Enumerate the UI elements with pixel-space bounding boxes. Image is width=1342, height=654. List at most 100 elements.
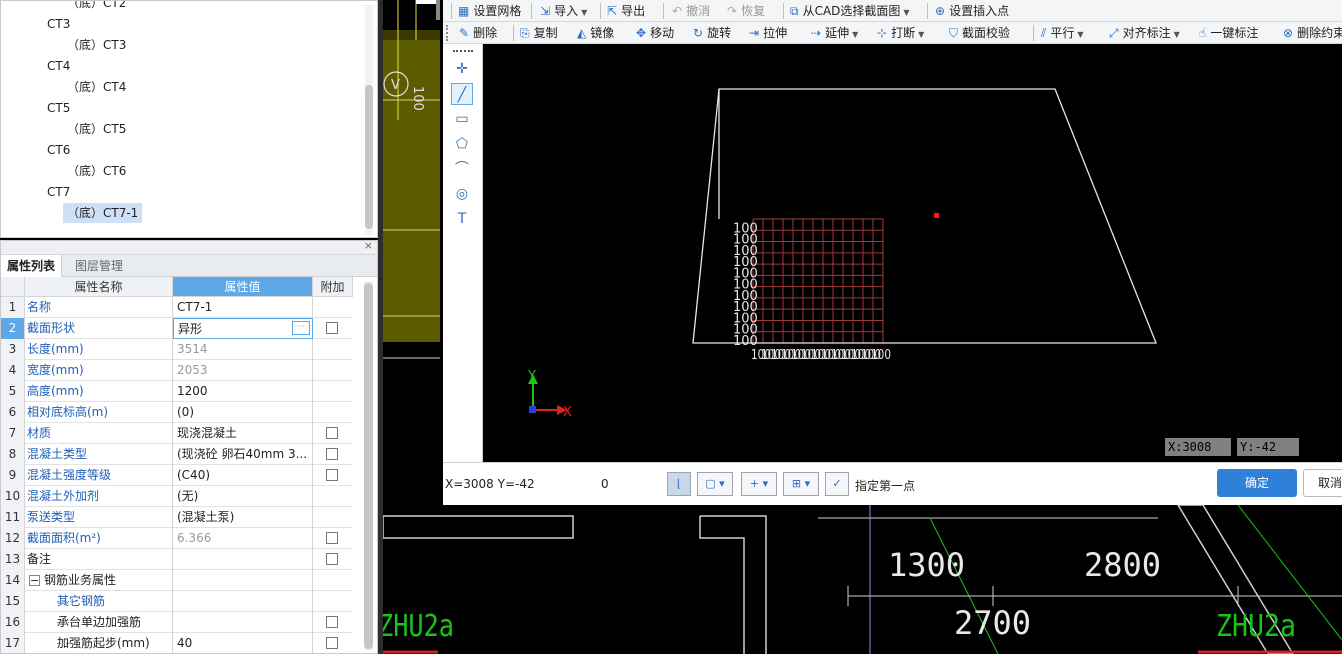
extra-checkbox[interactable] bbox=[326, 448, 338, 460]
property-row[interactable]: 6 相对底标高(m) (0) bbox=[1, 402, 353, 423]
property-row[interactable]: 12 截面面积(m²) 6.366 bbox=[1, 528, 353, 549]
property-value[interactable]: CT7-1 bbox=[173, 297, 313, 318]
property-row[interactable]: 16 承台单边加强筋 bbox=[1, 612, 353, 633]
property-row[interactable]: 13 备注 bbox=[1, 549, 353, 570]
polygon-tool[interactable]: ⬠ bbox=[451, 133, 473, 155]
toolbar-button[interactable]: ↻ 旋转 bbox=[693, 22, 731, 43]
tree-leaf[interactable]: （底）CT5 bbox=[67, 119, 126, 139]
ortho-toggle[interactable]: ⌊ bbox=[667, 472, 691, 496]
property-value[interactable] bbox=[173, 612, 313, 633]
property-value[interactable]: (0) bbox=[173, 402, 313, 423]
property-value[interactable]: (现浇砼 卵石40mm 3... bbox=[173, 444, 313, 465]
display-dropdown[interactable]: ⊞ ▾ bbox=[783, 472, 819, 496]
tree-node[interactable]: CT6 bbox=[47, 140, 70, 160]
tools-grip[interactable] bbox=[453, 50, 473, 52]
tree-leaf[interactable]: （底）CT7-1 bbox=[63, 203, 143, 223]
text-tool[interactable]: T bbox=[451, 208, 473, 230]
property-row[interactable]: 10 混凝土外加剂 (无) bbox=[1, 486, 353, 507]
tab-layer-management[interactable]: 图层管理 bbox=[69, 255, 129, 277]
snap-dropdown[interactable]: ▢ ▾ bbox=[697, 472, 733, 496]
extra-checkbox[interactable] bbox=[326, 469, 338, 481]
toolbar-button[interactable]: ⊕ 设置插入点 bbox=[935, 0, 1009, 21]
property-row[interactable]: 7 材质 现浇混凝土 bbox=[1, 423, 353, 444]
property-value[interactable]: (C40) bbox=[173, 465, 313, 486]
line-tool[interactable]: ╱ bbox=[451, 83, 473, 105]
toolbar-button[interactable]: ✥ 移动 bbox=[636, 22, 674, 43]
dropdown-arrow-icon[interactable]: ▼ bbox=[1174, 30, 1180, 39]
tree-node[interactable]: CT4 bbox=[47, 56, 70, 76]
close-icon[interactable]: × bbox=[364, 241, 373, 252]
toolbar-button[interactable]: ⇲ 导入 ▼ bbox=[540, 0, 587, 21]
toolbar-button[interactable]: ⫽ 平行 ▼ bbox=[1041, 22, 1084, 43]
drawing-canvas[interactable]: 100 100 100 100 100 100 100 100 100 100 100 100 100 1… bbox=[483, 44, 1342, 462]
ellipsis-icon[interactable]: ··· bbox=[292, 321, 310, 335]
toolbar-button[interactable]: ✎ 删除 bbox=[459, 22, 497, 43]
property-row[interactable]: 2 截面形状 异形 ··· bbox=[1, 318, 353, 339]
toolbar-button[interactable]: ⧉ 从CAD选择截面图 ▼ bbox=[790, 0, 910, 21]
toolbar-button[interactable]: ⇥ 拉伸 bbox=[749, 22, 787, 43]
dropdown-arrow-icon[interactable]: ▼ bbox=[918, 30, 924, 39]
property-row[interactable]: 15 其它钢筋 bbox=[1, 591, 353, 612]
tree-leaf[interactable]: （底）CT6 bbox=[67, 161, 126, 181]
tree-leaf[interactable]: （底）CT2 bbox=[67, 1, 126, 13]
property-row[interactable]: 1 名称 CT7-1 bbox=[1, 297, 353, 318]
toolbar-grip[interactable] bbox=[446, 25, 449, 41]
arc-tool[interactable]: ⌒ bbox=[451, 158, 473, 180]
property-row[interactable]: 4 宽度(mm) 2053 bbox=[1, 360, 353, 381]
dropdown-arrow-icon[interactable]: ▼ bbox=[1077, 30, 1083, 39]
property-value[interactable] bbox=[173, 591, 313, 612]
extra-checkbox[interactable] bbox=[326, 322, 338, 334]
ok-button[interactable]: 确定 bbox=[1217, 469, 1297, 497]
collapse-icon[interactable]: − bbox=[29, 575, 40, 586]
toolbar-button[interactable]: ⊗ 删除约束 bbox=[1283, 22, 1342, 43]
property-row[interactable]: 3 长度(mm) 3514 bbox=[1, 339, 353, 360]
property-value[interactable]: 40 bbox=[173, 633, 313, 653]
extra-checkbox[interactable] bbox=[326, 553, 338, 565]
tab-property-list[interactable]: 属性列表 bbox=[1, 255, 63, 277]
tree-node[interactable]: CT7 bbox=[47, 182, 70, 202]
toolbar-button[interactable]: ◭ 镜像 bbox=[577, 22, 614, 43]
section-outline[interactable] bbox=[692, 88, 1157, 344]
dropdown-arrow-icon[interactable]: ▼ bbox=[852, 30, 858, 39]
property-value[interactable]: (无) bbox=[173, 486, 313, 507]
property-value[interactable]: 异形 ··· bbox=[173, 318, 313, 339]
toolbar-button[interactable]: ⊹ 打断 ▼ bbox=[877, 22, 924, 43]
property-value[interactable]: 现浇混凝土 bbox=[173, 423, 313, 444]
dropdown-arrow-icon[interactable]: ▼ bbox=[903, 8, 909, 17]
toolbar-button[interactable]: ⇱ 导出 bbox=[607, 0, 645, 21]
property-row[interactable]: 9 混凝土强度等级 (C40) bbox=[1, 465, 353, 486]
dropdown-arrow-icon[interactable]: ▼ bbox=[581, 8, 587, 17]
tree-node[interactable]: CT3 bbox=[47, 14, 70, 34]
panel-splitter[interactable] bbox=[378, 0, 383, 654]
property-row[interactable]: 5 高度(mm) 1200 bbox=[1, 381, 353, 402]
property-row[interactable]: 8 混凝土类型 (现浇砼 卵石40mm 3... bbox=[1, 444, 353, 465]
property-row[interactable]: 17 加强筋起步(mm) 40 bbox=[1, 633, 353, 653]
property-value[interactable] bbox=[173, 549, 313, 570]
circle-tool[interactable]: ◎ bbox=[451, 183, 473, 205]
cancel-button[interactable]: 取消 bbox=[1303, 469, 1342, 497]
property-scrollbar[interactable] bbox=[364, 281, 373, 651]
property-value[interactable] bbox=[173, 570, 313, 591]
extra-checkbox[interactable] bbox=[326, 637, 338, 649]
toolbar-button[interactable]: ↷ 恢复 bbox=[727, 0, 765, 21]
property-row[interactable]: 14− 钢筋业务属性 bbox=[1, 570, 353, 591]
extra-checkbox[interactable] bbox=[326, 427, 338, 439]
tree-node[interactable]: CT5 bbox=[47, 98, 70, 118]
property-value[interactable]: 1200 bbox=[173, 381, 313, 402]
toolbar-button[interactable]: ↶ 撤消 bbox=[672, 0, 710, 21]
property-value[interactable]: (混凝土泵) bbox=[173, 507, 313, 528]
toolbar-button[interactable]: ⛉ 截面校验 bbox=[949, 22, 1010, 43]
property-row[interactable]: 11 泵送类型 (混凝土泵) bbox=[1, 507, 353, 528]
extra-checkbox[interactable] bbox=[326, 532, 338, 544]
offset-dropdown[interactable]: + ▾ bbox=[741, 472, 777, 496]
toolbar-button[interactable]: ▦ 设置网格 bbox=[458, 0, 521, 21]
tree-leaf[interactable]: （底）CT3 bbox=[67, 35, 126, 55]
prompt-toggle[interactable]: ✓ bbox=[825, 472, 849, 496]
extra-checkbox[interactable] bbox=[326, 616, 338, 628]
rect-tool[interactable]: ▭ bbox=[451, 108, 473, 130]
tree-leaf[interactable]: （底）CT4 bbox=[67, 77, 126, 97]
toolbar-button[interactable]: ⇢ 延伸 ▼ bbox=[811, 22, 858, 43]
toolbar-button[interactable]: ⎘ 复制 bbox=[520, 22, 558, 43]
toolbar-button[interactable]: ☝ 一键标注 bbox=[1199, 22, 1258, 43]
tree-scrollbar[interactable] bbox=[365, 5, 373, 235]
